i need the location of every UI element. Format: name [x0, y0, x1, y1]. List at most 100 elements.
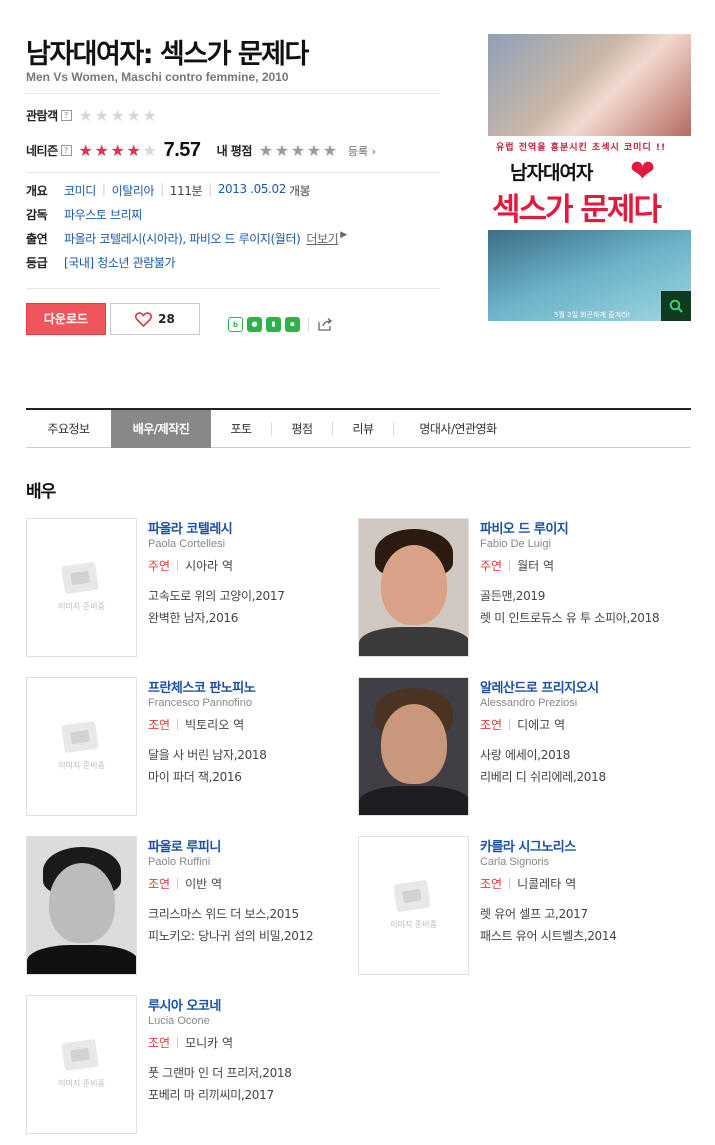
memo-icon[interactable]: ▪	[285, 317, 300, 332]
star-icon[interactable]: ★	[258, 142, 274, 159]
search-icon[interactable]	[661, 291, 691, 321]
star-icon[interactable]: ★	[274, 142, 290, 159]
role-type: 조연	[148, 718, 171, 732]
my-rating-stars[interactable]: ★ ★ ★ ★ ★	[258, 142, 338, 159]
filmography-item[interactable]: 완벽한 남자,2016	[148, 609, 238, 626]
separator	[509, 560, 511, 571]
tab-quotes-related[interactable]: 명대사/연관영화	[394, 410, 522, 448]
my-rating-label: 내 평점	[216, 144, 253, 158]
actor-name[interactable]: 프란체스코 판노피노	[148, 677, 256, 696]
filmography-item[interactable]: 포베리 마 리끼씨미,2017	[148, 1086, 274, 1103]
actor-card: 이미지 준비중 프란체스코 판노피노 Francesco Pannofino 조…	[26, 677, 346, 817]
star-icon[interactable]: ★	[290, 142, 306, 159]
role-character: 빅토리오 역	[185, 718, 245, 732]
filmography-item[interactable]: 풋 그랜마 인 더 프리저,2018	[148, 1064, 292, 1081]
download-button[interactable]: 다운로드	[26, 303, 106, 335]
separator	[177, 878, 179, 889]
actor-thumbnail[interactable]	[358, 677, 469, 816]
actor-name[interactable]: 카를라 시그노리스	[480, 836, 576, 855]
like-count: 28	[158, 312, 175, 326]
director-label: 감독	[26, 208, 48, 222]
actor-name[interactable]: 알레산드로 프리지오시	[480, 677, 599, 696]
actor-name[interactable]: 루시아 오코네	[148, 995, 221, 1014]
filmography-item[interactable]: 렛 미 인트로듀스 유 투 소피아,2018	[480, 609, 660, 626]
filmography-item[interactable]: 피노키오: 당나귀 섬의 비밀,2012	[148, 927, 314, 944]
star-icon: ★	[126, 105, 141, 125]
filmography-item[interactable]: 고속도로 위의 고양이,2017	[148, 587, 285, 604]
release-date-link[interactable]: 2013 .05.02	[218, 182, 287, 199]
audience-rating-label: 관람객	[26, 109, 58, 123]
register-label: 등록	[347, 144, 369, 158]
actor-role: 조연 빅토리오 역	[148, 716, 244, 733]
actor-english-name: Francesco Pannofino	[148, 697, 252, 709]
filmography-item[interactable]: 사랑 에세이,2018	[480, 746, 570, 763]
help-icon[interactable]: ?	[60, 110, 72, 121]
image-placeholder: 이미지 준비중	[27, 678, 136, 815]
blog-icon[interactable]: b	[228, 317, 243, 332]
image-placeholder: 이미지 준비중	[27, 996, 136, 1133]
separator	[177, 1037, 179, 1048]
filmography-item[interactable]: 크리스마스 위드 더 보스,2015	[148, 905, 299, 922]
tab-main-info[interactable]: 주요정보	[26, 410, 111, 448]
role-type: 조연	[480, 718, 503, 732]
actor-english-name: Lucia Ocone	[148, 1015, 210, 1027]
share-toolbar: b ● ▮ ▪	[228, 317, 333, 332]
star-icon[interactable]: ★	[322, 142, 338, 159]
actor-thumbnail[interactable]	[26, 836, 137, 975]
grade-link[interactable]: [국내] 청소년 관람불가	[64, 254, 176, 271]
actor-name[interactable]: 파비오 드 루이지	[480, 518, 569, 537]
star-icon: ★	[94, 105, 109, 125]
separator	[177, 719, 179, 730]
actor-name[interactable]: 파올로 루피니	[148, 836, 221, 855]
country-link[interactable]: 이탈리아	[112, 182, 155, 199]
star-icon: ★	[126, 140, 141, 160]
director-link[interactable]: 파우스토 브리찌	[64, 206, 142, 223]
separator	[308, 317, 309, 332]
tab-review[interactable]: 리뷰	[333, 410, 393, 448]
filmography-item[interactable]: 패스트 유어 시트벨츠,2014	[480, 927, 617, 944]
filmography-item[interactable]: 골든맨,2019	[480, 587, 545, 604]
divider	[26, 288, 440, 289]
divider	[26, 172, 440, 173]
actor-english-name: Paolo Ruffini	[148, 856, 211, 868]
separator: |	[101, 182, 106, 196]
actor-thumbnail[interactable]: 이미지 준비중	[26, 677, 137, 816]
actor-photo	[359, 678, 468, 815]
netizen-rating-label: 네티즌	[26, 144, 58, 158]
image-icon	[61, 1038, 99, 1072]
actor-role: 주연 월터 역	[480, 557, 554, 574]
actor-name[interactable]: 파올라 코텔레시	[148, 518, 233, 537]
filmography-item[interactable]: 달을 사 버린 남자,2018	[148, 746, 267, 763]
role-character: 시아라 역	[185, 559, 234, 573]
actor-thumbnail[interactable]: 이미지 준비중	[358, 836, 469, 975]
poster-date: 5월 2일 화끈하게 즐겨라!	[554, 311, 631, 319]
cast-more-link[interactable]: 더보기	[306, 230, 338, 247]
tab-photo[interactable]: 포토	[211, 410, 271, 448]
actor-thumbnail[interactable]: 이미지 준비중	[26, 995, 137, 1134]
actor-thumbnail[interactable]	[358, 518, 469, 657]
cast-links[interactable]: 파올라 코텔레시(시아라), 파비오 드 루이지(월터)	[64, 230, 301, 247]
filmography-item[interactable]: 렛 유어 셀프 고,2017	[480, 905, 588, 922]
cafe-icon[interactable]: ●	[247, 317, 262, 332]
star-icon: ★	[78, 140, 93, 160]
filmography-item[interactable]: 마이 파더 잭,2016	[148, 768, 242, 785]
runtime: 111분	[169, 184, 203, 198]
register-rating-link[interactable]: 등록 ›	[348, 143, 376, 159]
role-type: 조연	[148, 1036, 171, 1050]
star-icon[interactable]: ★	[306, 142, 322, 159]
filmography-item[interactable]: 리베리 디 쉬리에레,2018	[480, 768, 606, 785]
placeholder-text: 이미지 준비중	[58, 761, 105, 770]
movie-poster[interactable]: 유럽 전역을 흥분시킨 초섹시 코미디 !! 남자대여자 ❤ 섹스가 문제다 5…	[488, 34, 691, 321]
actor-thumbnail[interactable]: 이미지 준비중	[26, 518, 137, 657]
role-character: 이반 역	[185, 877, 223, 891]
tab-rating[interactable]: 평점	[272, 410, 332, 448]
section-title-actors: 배우	[26, 482, 56, 502]
like-button[interactable]: 28	[110, 303, 200, 335]
image-icon	[61, 720, 99, 754]
overview-row: 개요 코미디 | 이탈리아 | 111분 | 2013 .05.02 개봉	[26, 182, 311, 199]
tab-cast-crew[interactable]: 배우/제작진	[111, 410, 211, 448]
bookmark-icon[interactable]: ▮	[266, 317, 281, 332]
share-icon[interactable]	[317, 317, 333, 332]
help-icon[interactable]: ?	[60, 145, 72, 156]
genre-link[interactable]: 코미디	[64, 182, 96, 199]
